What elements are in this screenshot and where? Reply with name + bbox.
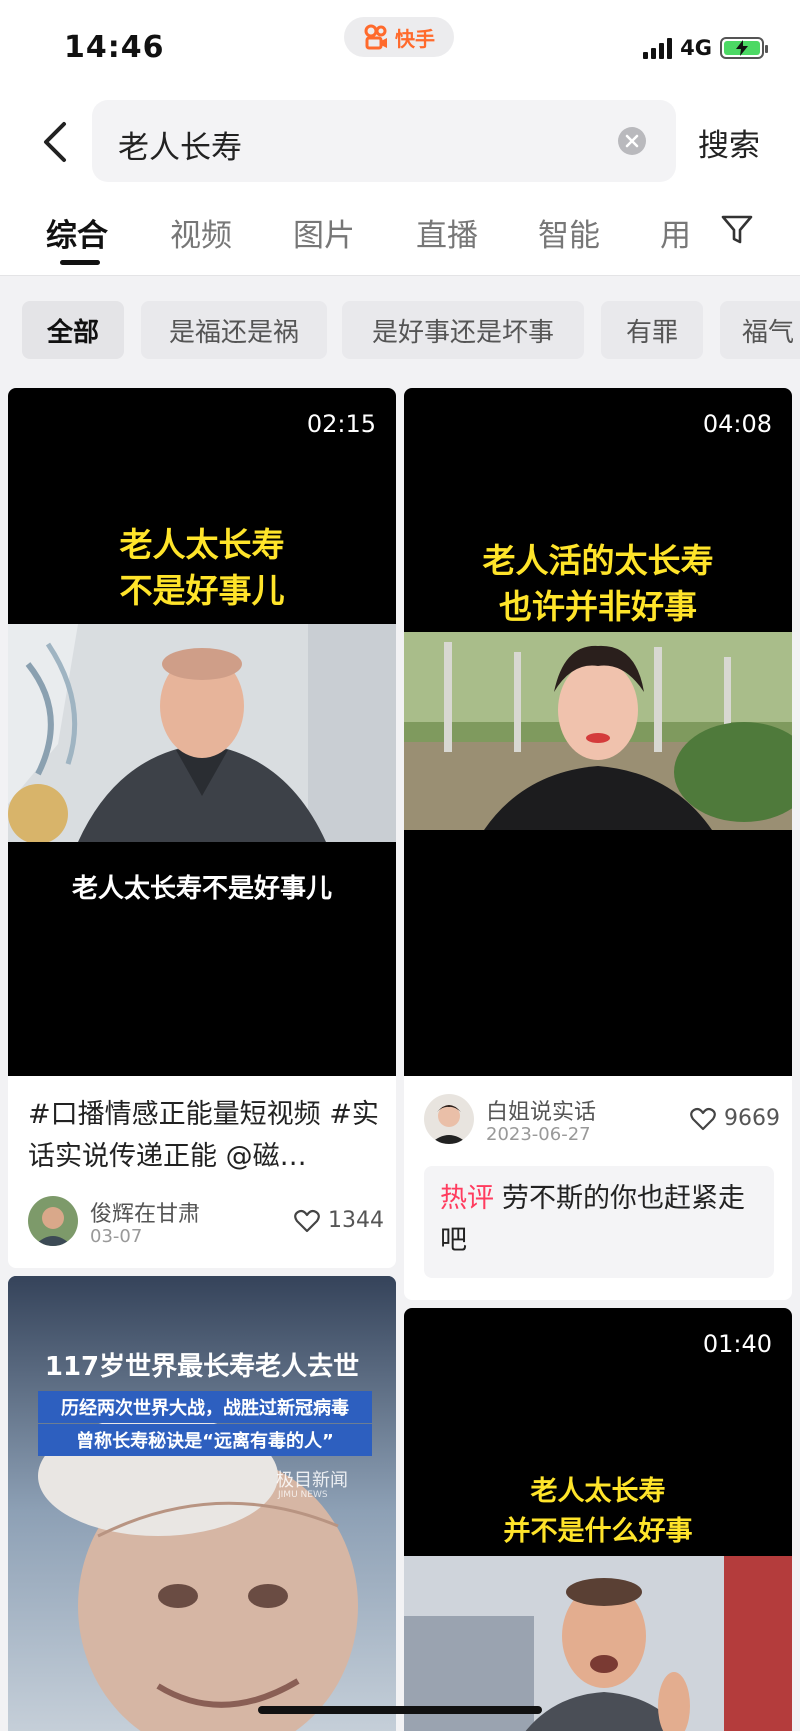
video-duration: 01:40 bbox=[702, 1330, 772, 1358]
app-indicator-pill[interactable]: 快手 bbox=[344, 17, 454, 57]
battery-charging-icon bbox=[720, 37, 768, 59]
clear-search-icon[interactable] bbox=[618, 127, 646, 155]
divider bbox=[0, 275, 800, 276]
app-name: 快手 bbox=[395, 26, 435, 51]
news-subline-2: 曾称长寿秘诀是“远离有毒的人” bbox=[38, 1424, 372, 1456]
video-duration: 04:08 bbox=[702, 410, 772, 438]
author-name[interactable]: 白姐说实话 bbox=[486, 1094, 596, 1126]
video-thumbnail[interactable]: 04:08 老人活的太长寿 也许并非好事 bbox=[404, 388, 792, 1076]
chip-fortune[interactable]: 福气 bbox=[720, 301, 800, 359]
watermark: 极目新闻 bbox=[276, 1470, 348, 1491]
status-time: 14:46 bbox=[64, 30, 165, 65]
heart-icon[interactable] bbox=[294, 1209, 320, 1233]
thumbnail-photo bbox=[8, 624, 396, 842]
back-arrow-icon[interactable] bbox=[38, 120, 74, 164]
avatar[interactable] bbox=[424, 1094, 474, 1144]
tab-video[interactable]: 视频 bbox=[170, 210, 232, 255]
header-area: 14:46 快手 4G 老人长寿 搜索 综合 视频 图片 直播 智能 用 bbox=[0, 0, 800, 275]
like-count[interactable]: 9669 bbox=[690, 1106, 780, 1131]
home-indicator[interactable] bbox=[258, 1706, 542, 1714]
video-duration: 02:15 bbox=[306, 410, 376, 438]
search-button[interactable]: 搜索 bbox=[698, 120, 760, 165]
heart-icon[interactable] bbox=[690, 1107, 716, 1131]
search-query[interactable]: 老人长寿 bbox=[118, 122, 242, 167]
post-date: 03-07 bbox=[90, 1226, 143, 1247]
tab-images[interactable]: 图片 bbox=[293, 210, 355, 255]
likes-value: 1344 bbox=[328, 1208, 384, 1233]
post-date: 2023-06-27 bbox=[486, 1124, 591, 1145]
video-thumbnail[interactable]: 117岁世界最长寿老人去世 历经两次世界大战，战胜过新冠病毒 曾称长寿秘诀是“远… bbox=[8, 1276, 396, 1731]
thumbnail-photo bbox=[404, 1556, 792, 1731]
like-count[interactable]: 1344 bbox=[294, 1208, 384, 1233]
chip-guilty[interactable]: 有罪 bbox=[601, 301, 703, 359]
kuaishou-logo-icon bbox=[364, 24, 387, 50]
author-name[interactable]: 俊辉在甘肃 bbox=[90, 1196, 200, 1228]
chip-blessing-or-curse[interactable]: 是福还是祸 bbox=[141, 301, 327, 359]
thumbnail-subtitle: 老人太长寿不是好事儿 bbox=[71, 874, 332, 904]
hot-comment-tag: 热评 bbox=[440, 1183, 494, 1214]
video-thumbnail[interactable]: 02:15 老人太长寿 不是好事儿 老人太长寿不是好事儿 bbox=[8, 388, 396, 1076]
video-thumbnail[interactable]: 01:40 老人太长寿 并不是什么好事 bbox=[404, 1308, 792, 1731]
active-tab-indicator bbox=[60, 260, 100, 265]
thumbnail-photo bbox=[8, 1276, 396, 1731]
network-type: 4G bbox=[680, 36, 712, 60]
video-card[interactable]: 117岁世界最长寿老人去世 历经两次世界大战，战胜过新冠病毒 曾称长寿秘诀是“远… bbox=[8, 1276, 396, 1731]
search-input[interactable]: 老人长寿 bbox=[92, 100, 676, 182]
avatar[interactable] bbox=[28, 1196, 78, 1246]
news-subline-1: 历经两次世界大战，战胜过新冠病毒 bbox=[38, 1391, 372, 1423]
thumbnail-title: 老人太长寿 不是好事儿 bbox=[119, 525, 285, 610]
cellular-signal-icon bbox=[643, 37, 673, 59]
thumbnail-title: 老人太长寿 并不是什么好事 bbox=[503, 1476, 693, 1547]
author-row[interactable]: 白姐说实话 2023-06-27 9669 bbox=[424, 1094, 780, 1146]
tab-users[interactable]: 用 bbox=[660, 210, 691, 255]
likes-value: 9669 bbox=[724, 1106, 780, 1131]
chip-all[interactable]: 全部 bbox=[22, 301, 124, 359]
hot-comment[interactable]: 热评 劳不斯的你也赶紧走吧 bbox=[424, 1166, 774, 1278]
tab-all[interactable]: 综合 bbox=[46, 210, 108, 255]
video-card[interactable]: 04:08 老人活的太长寿 也许并非好事 白姐说实话 2023-06-27 96… bbox=[404, 388, 792, 1300]
video-card[interactable]: 02:15 老人太长寿 不是好事儿 老人太长寿不是好事儿 #口播情感正能量短视频… bbox=[8, 388, 396, 1268]
filter-icon[interactable] bbox=[720, 214, 754, 246]
chip-good-or-bad[interactable]: 是好事还是坏事 bbox=[342, 301, 584, 359]
thumbnail-photo bbox=[404, 632, 792, 830]
tab-smart[interactable]: 智能 bbox=[538, 210, 600, 255]
thumbnail-title: 老人活的太长寿 也许并非好事 bbox=[482, 541, 714, 626]
tab-live[interactable]: 直播 bbox=[416, 210, 478, 255]
news-headline: 117岁世界最长寿老人去世 bbox=[44, 1352, 360, 1382]
author-row[interactable]: 俊辉在甘肃 03-07 1344 bbox=[28, 1196, 384, 1248]
watermark-en: JIMU NEWS bbox=[278, 1490, 328, 1500]
video-card[interactable]: 01:40 老人太长寿 并不是什么好事 bbox=[404, 1308, 792, 1731]
status-indicators: 4G bbox=[643, 36, 768, 60]
video-description[interactable]: #口播情感正能量短视频 #实话实说传递正能 @磁… bbox=[28, 1094, 384, 1178]
